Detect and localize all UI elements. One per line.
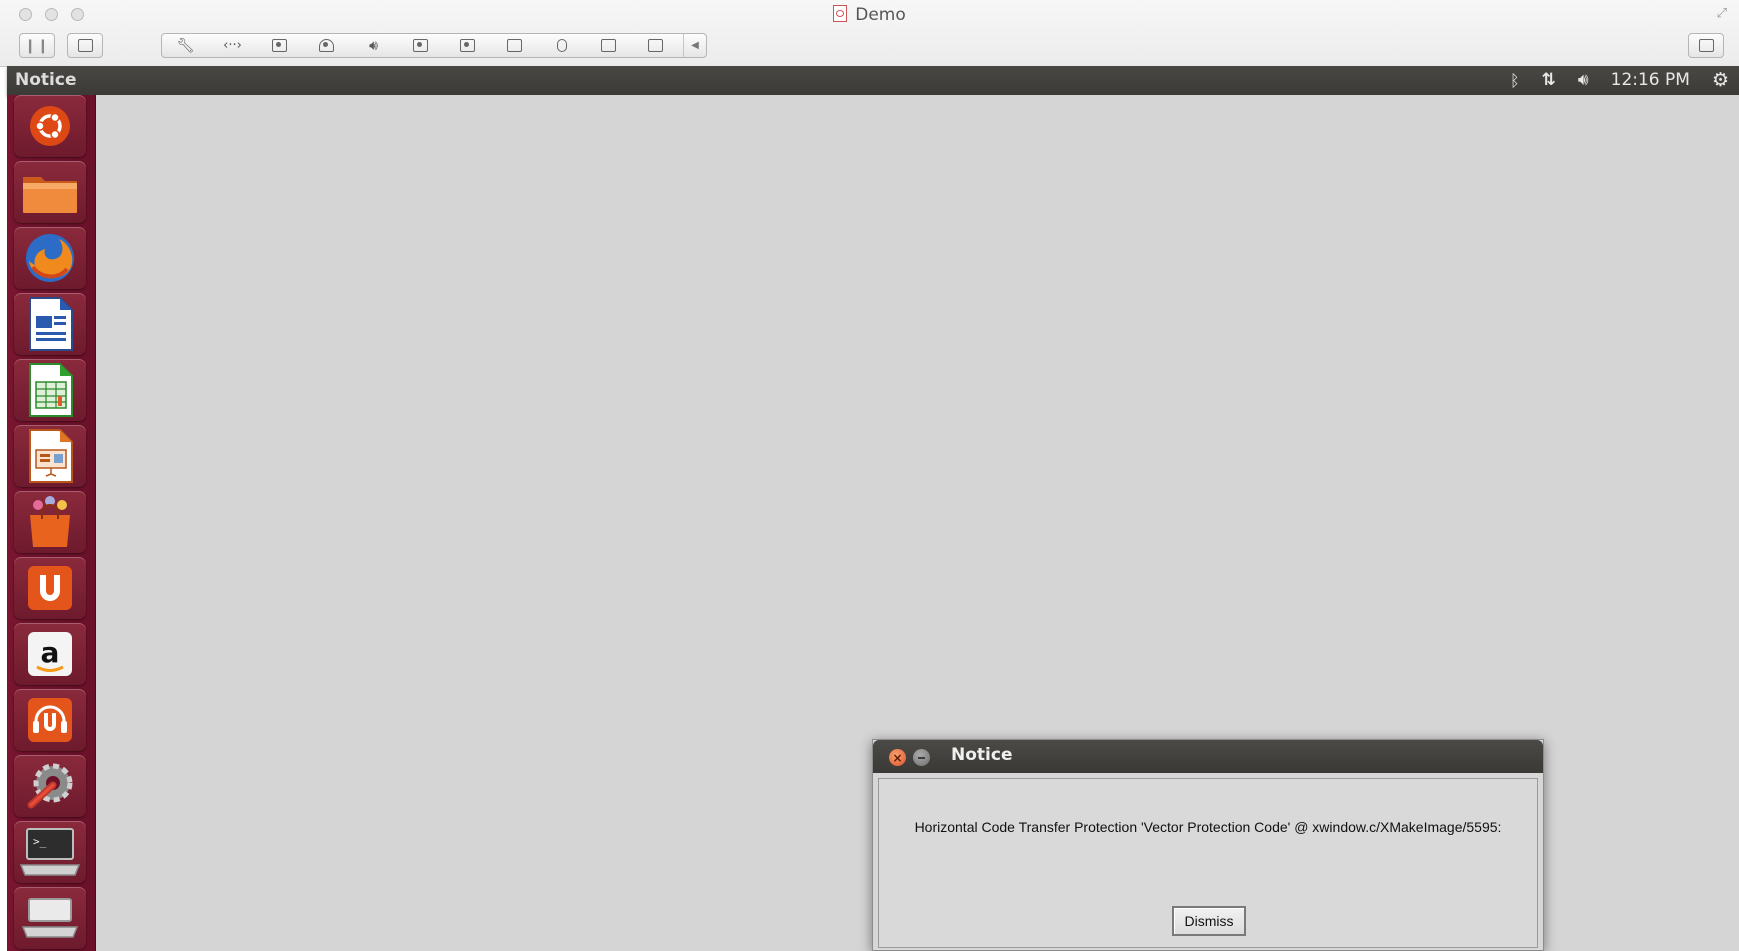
window-title-text: Demo bbox=[855, 5, 906, 25]
close-icon: × bbox=[892, 750, 903, 765]
folder-icon bbox=[23, 177, 77, 213]
presentation-icon bbox=[29, 429, 73, 483]
disk-button[interactable] bbox=[256, 34, 303, 57]
snapshot-button[interactable] bbox=[67, 33, 103, 58]
dialog-body: Horizontal Code Transfer Protection 'Vec… bbox=[878, 778, 1538, 948]
snapshot-icon bbox=[77, 39, 93, 52]
chevron-left-icon: ◀ bbox=[691, 40, 699, 51]
vm-toolbar: 🔧︎ ‹··› 🔊︎ ◀ bbox=[161, 33, 707, 58]
unity-launcher: a >_ bbox=[7, 95, 96, 951]
document-icon bbox=[833, 5, 848, 22]
disk-icon bbox=[272, 39, 287, 52]
resize-button[interactable]: ‹··› bbox=[209, 34, 256, 57]
spreadsheet-icon bbox=[29, 363, 73, 417]
usb-button[interactable] bbox=[585, 34, 632, 57]
ubuntu-logo-icon bbox=[30, 106, 70, 146]
terminal-icon: >_ bbox=[19, 828, 81, 876]
bluetooth-icon[interactable]: ᛒ bbox=[1510, 71, 1520, 90]
notice-dialog: × Notice Horizontal Code Transfer Protec… bbox=[872, 739, 1544, 951]
ubuntu-one-icon bbox=[28, 566, 72, 610]
shopping-bag-icon bbox=[30, 496, 70, 547]
music-icon bbox=[28, 698, 72, 742]
ubuntu-top-panel: Notice ᛒ ⇅ 🔊︎ 12:16 PM ⚙ bbox=[7, 66, 1739, 95]
hard-drive-button[interactable] bbox=[303, 34, 350, 57]
dialog-close-button[interactable]: × bbox=[889, 749, 906, 766]
fullscreen-icon[interactable]: ⤢ bbox=[1717, 6, 1727, 21]
camera-icon bbox=[460, 39, 475, 52]
usb-icon bbox=[601, 39, 616, 52]
document-icon bbox=[29, 297, 73, 351]
collapse-toolbar-button[interactable]: ◀ bbox=[683, 34, 706, 57]
launcher-amazon[interactable]: a bbox=[14, 623, 86, 685]
sync-icon bbox=[648, 39, 663, 52]
amazon-icon: a bbox=[28, 632, 72, 676]
dismiss-button[interactable]: Dismiss bbox=[1172, 906, 1246, 936]
settings-icon bbox=[27, 763, 73, 809]
panel-indicators: ᛒ ⇅ 🔊︎ 12:16 PM ⚙ bbox=[1510, 69, 1729, 91]
launcher-terminal[interactable]: >_ bbox=[14, 821, 86, 883]
launcher-software-center[interactable] bbox=[14, 491, 86, 553]
launcher-writer[interactable] bbox=[14, 293, 86, 355]
host-window-titlebar: Demo ⤢ ❙❙ 🔧︎ ‹··› 🔊︎ ◀ bbox=[0, 0, 1739, 67]
launcher-calc[interactable] bbox=[14, 359, 86, 421]
dialog-title: Notice bbox=[951, 745, 1013, 765]
launcher-dash-home[interactable] bbox=[14, 95, 86, 157]
launcher-ubuntu-one-music[interactable] bbox=[14, 689, 86, 751]
network-button[interactable] bbox=[491, 34, 538, 57]
pause-icon: ❙❙ bbox=[24, 37, 50, 54]
dialog-titlebar[interactable]: × Notice bbox=[873, 740, 1543, 773]
volume-button[interactable]: 🔊︎ bbox=[350, 34, 397, 57]
launcher-files[interactable] bbox=[14, 161, 86, 223]
network-icon bbox=[507, 39, 522, 52]
wrench-icon: 🔧︎ bbox=[176, 37, 195, 54]
volume-icon: 🔊︎ bbox=[369, 37, 378, 54]
mouse-icon bbox=[556, 39, 567, 52]
launcher-impress[interactable] bbox=[14, 425, 86, 487]
dialog-minimize-button[interactable] bbox=[913, 749, 930, 766]
firefox-icon bbox=[26, 234, 74, 282]
sync-button[interactable] bbox=[632, 34, 679, 57]
restore-window-button[interactable] bbox=[1688, 33, 1724, 58]
launcher-firefox[interactable] bbox=[14, 227, 86, 289]
hard-drive-icon bbox=[319, 39, 334, 52]
volume-icon[interactable]: 🔊︎ bbox=[1578, 70, 1589, 90]
dialog-message: Horizontal Code Transfer Protection 'Vec… bbox=[914, 819, 1502, 835]
panel-app-title: Notice bbox=[15, 70, 77, 90]
workspace-icon bbox=[21, 898, 79, 938]
resize-arrows-icon: ‹··› bbox=[223, 38, 242, 53]
launcher-ubuntu-one[interactable] bbox=[14, 557, 86, 619]
camera-button-2[interactable] bbox=[444, 34, 491, 57]
pause-button[interactable]: ❙❙ bbox=[19, 33, 55, 58]
mouse-button[interactable] bbox=[538, 34, 585, 57]
restore-window-icon bbox=[1698, 39, 1714, 52]
svg-text:>_: >_ bbox=[33, 835, 47, 848]
launcher-system-settings[interactable] bbox=[14, 755, 86, 817]
camera-button-1[interactable] bbox=[397, 34, 444, 57]
gear-icon[interactable]: ⚙ bbox=[1712, 69, 1729, 91]
settings-button[interactable]: 🔧︎ bbox=[162, 34, 209, 57]
network-transfer-icon[interactable]: ⇅ bbox=[1542, 70, 1556, 90]
launcher-workspace[interactable] bbox=[14, 887, 86, 949]
svg-text:a: a bbox=[41, 636, 60, 669]
clock[interactable]: 12:16 PM bbox=[1611, 70, 1690, 90]
camera-icon bbox=[413, 39, 428, 52]
window-title: Demo bbox=[0, 5, 1739, 25]
